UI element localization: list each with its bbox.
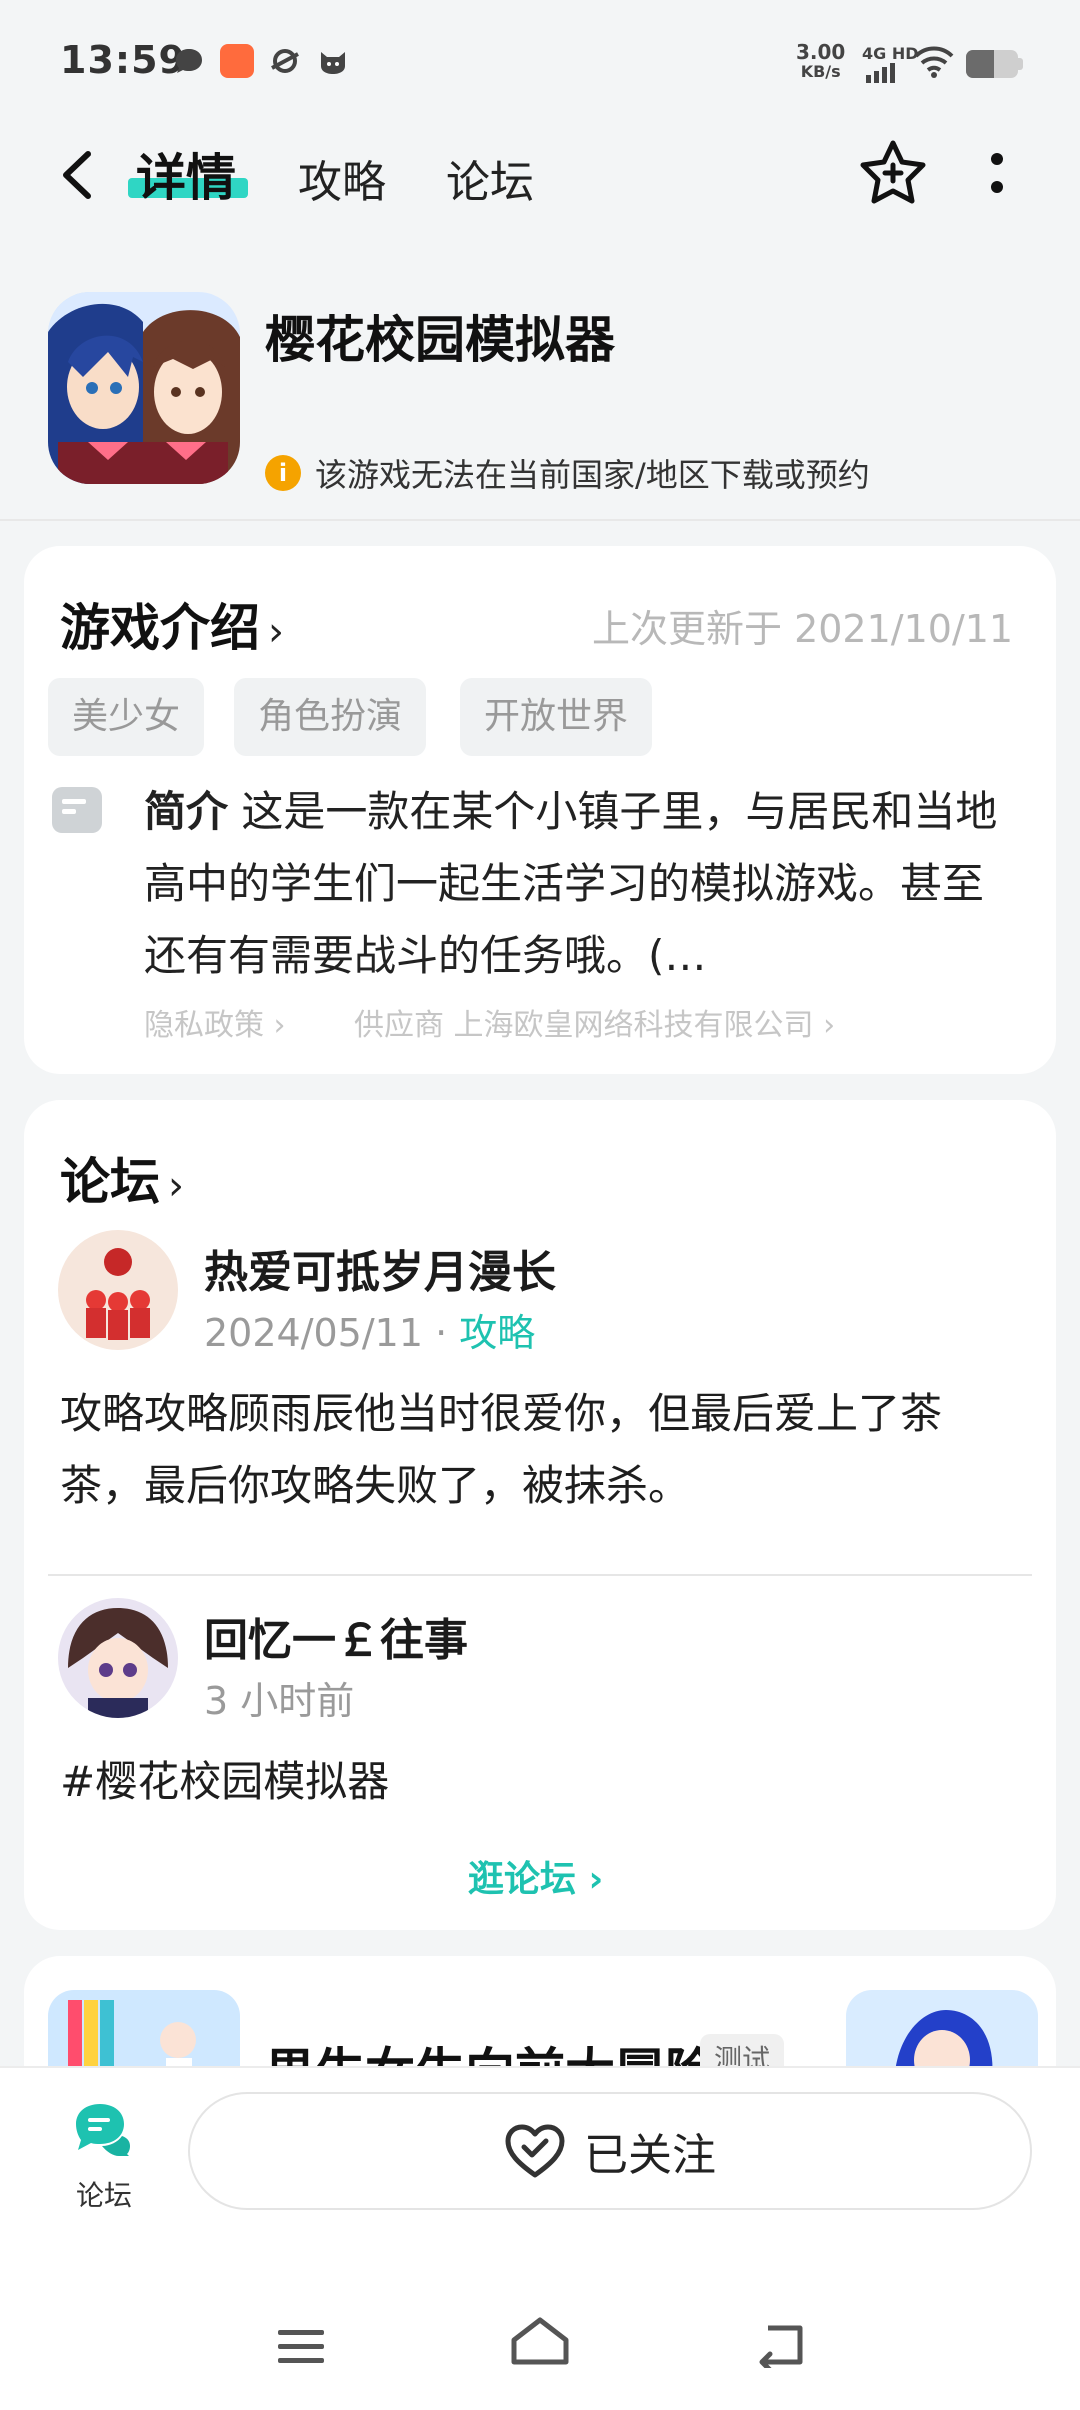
avatar-image — [58, 1598, 178, 1718]
supplier-link[interactable]: 供应商 上海欧皇网络科技有限公司 › — [354, 1000, 835, 1044]
tag[interactable]: 角色扮演 — [234, 678, 427, 756]
message-icon — [176, 49, 202, 73]
battery-tip — [1018, 58, 1023, 70]
document-icon — [52, 787, 102, 833]
post-date: 3 小时前 — [204, 1679, 355, 1723]
signal-icon — [866, 63, 895, 83]
app-title: 樱花校园模拟器 — [265, 311, 615, 369]
forum-header[interactable]: 论坛 › — [60, 1142, 184, 1214]
star-plus-icon[interactable] — [858, 138, 928, 208]
avatar[interactable] — [58, 1230, 178, 1350]
privacy-policy-label: 隐私政策 — [144, 1008, 264, 1043]
forum-nav-label[interactable]: 论坛 — [76, 2174, 132, 2214]
summary-text: 这是一款在某个小镇子里，与居民和当地高中的学生们一起生活学习的模拟游戏。甚至还有… — [144, 787, 998, 980]
post-meta: 2024/05/11 · 攻略 — [204, 1302, 535, 1357]
tag[interactable]: 美少女 — [48, 678, 205, 756]
post-date: 2024/05/11 — [204, 1311, 424, 1355]
status-time: 13:59 — [60, 38, 186, 82]
info-icon: i — [265, 455, 301, 491]
meta-separator: · — [435, 1311, 460, 1355]
tab-detail[interactable]: 详情 — [136, 138, 236, 210]
post-author[interactable]: 回忆一￡往事 — [204, 1604, 468, 1668]
region-warning-text: 该游戏无法在当前国家/地区下载或预约 — [315, 456, 870, 494]
follow-label: 已关注 — [584, 2130, 716, 2181]
status-bar: 13:59 3.00 KB/s 4G HD — [0, 0, 1080, 120]
tag[interactable]: 开放世界 — [460, 678, 653, 756]
netspeed-value: 3.00 — [796, 40, 846, 64]
avatar-image — [58, 1230, 178, 1350]
app-artwork — [48, 292, 240, 484]
last-updated: 上次更新于 2021/10/11 — [592, 607, 1014, 651]
netspeed-unit: KB/s — [800, 62, 841, 81]
home-icon[interactable] — [510, 2316, 570, 2366]
intro-summary[interactable]: 简介 这是一款在某个小镇子里，与居民和当地高中的学生们一起生活学习的模拟游戏。甚… — [144, 776, 1004, 992]
app-notification-icon — [220, 44, 254, 78]
intro-title: 游戏介绍 — [60, 599, 260, 657]
netspeed: 3.00 KB/s — [796, 42, 845, 82]
post-author[interactable]: 热爱可抵岁月漫长 — [204, 1236, 556, 1300]
wifi-icon — [914, 46, 954, 78]
browse-forum-link[interactable]: 逛论坛 › — [468, 1850, 603, 1902]
follow-button[interactable]: 已关注 — [188, 2092, 1032, 2210]
heart-check-icon — [505, 2124, 565, 2178]
post-text[interactable]: #樱花校园模拟器 — [60, 1746, 1020, 1818]
divider — [0, 519, 1080, 521]
notification-icons — [172, 44, 350, 78]
tab-forum[interactable]: 论坛 — [446, 146, 534, 210]
back-icon[interactable] — [58, 150, 98, 200]
network-indicator: 4G HD — [862, 44, 919, 87]
region-warning: i 该游戏无法在当前国家/地区下载或预约 — [265, 450, 870, 496]
forum-title: 论坛 — [60, 1153, 160, 1211]
post-text[interactable]: 攻略攻略顾雨辰他当时很爱你，但最后爱上了茶茶，最后你攻略失败了，被抹杀。 — [60, 1378, 1020, 1522]
forum-chat-icon[interactable] — [72, 2100, 134, 2156]
browse-forum-label: 逛论坛 — [468, 1859, 577, 1900]
intro-header[interactable]: 游戏介绍 › — [60, 588, 284, 660]
battery-icon — [966, 50, 1018, 78]
supplier-label: 供应商 上海欧皇网络科技有限公司 — [354, 1008, 814, 1043]
summary-label: 简介 — [144, 787, 229, 836]
app-icon — [48, 292, 240, 484]
privacy-policy-link[interactable]: 隐私政策 › — [144, 1000, 286, 1044]
cat-icon — [321, 52, 345, 74]
menu-icon[interactable] — [276, 2326, 326, 2366]
chevron-right-icon: › — [168, 1163, 184, 1209]
chevron-right-icon: › — [268, 609, 284, 655]
network-label: 4G HD — [862, 44, 919, 63]
post-divider — [48, 1574, 1032, 1576]
avatar[interactable] — [58, 1598, 178, 1718]
more-icon[interactable] — [990, 150, 1004, 196]
post-category[interactable]: 攻略 — [459, 1311, 535, 1355]
tab-guide[interactable]: 攻略 — [298, 146, 386, 210]
planet-icon — [271, 49, 299, 73]
system-back-icon[interactable] — [756, 2322, 806, 2368]
